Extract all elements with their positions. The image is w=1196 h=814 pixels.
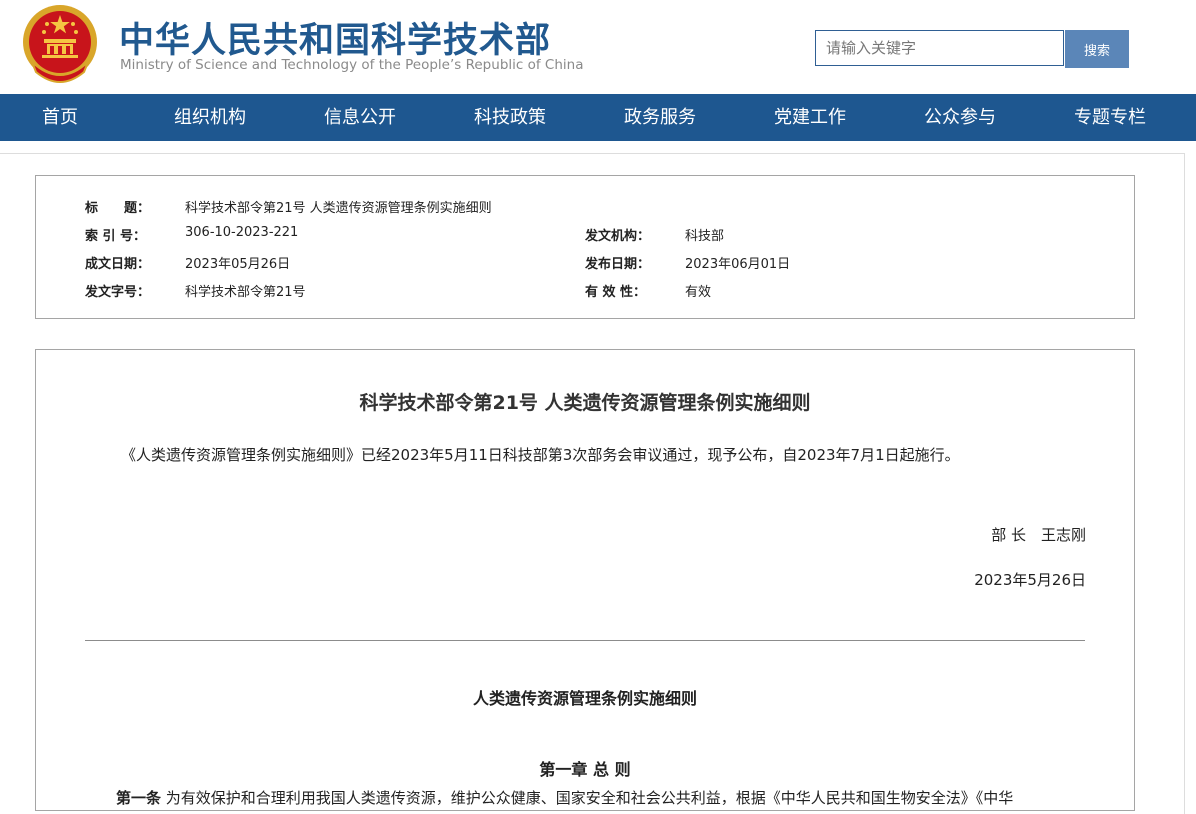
divider bbox=[85, 640, 1085, 641]
article-intro: 《人类遗传资源管理条例实施细则》已经2023年5月11日科技部第3次部务会审议通… bbox=[121, 446, 960, 464]
document-meta-box: 标 题： 科学技术部令第21号 人类遗传资源管理条例实施细则 索 引 号： 30… bbox=[35, 175, 1135, 319]
meta-written-value: 2023年05月26日 bbox=[185, 257, 291, 272]
nav-item-policy[interactable]: 科技政策 bbox=[450, 94, 570, 141]
meta-title-value: 科学技术部令第21号 人类遗传资源管理条例实施细则 bbox=[185, 201, 492, 216]
article-title: 科学技术部令第21号 人类遗传资源管理条例实施细则 bbox=[359, 392, 811, 414]
nav-item-home[interactable]: 首页 bbox=[0, 94, 120, 141]
nav-item-public[interactable]: 公众参与 bbox=[900, 94, 1020, 141]
meta-validity-value: 有效 bbox=[685, 285, 712, 300]
nav-item-information[interactable]: 信息公开 bbox=[300, 94, 420, 141]
meta-docno-value: 科学技术部令第21号 bbox=[185, 285, 306, 300]
nav-item-organization[interactable]: 组织机构 bbox=[150, 94, 270, 141]
nav-item-party[interactable]: 党建工作 bbox=[750, 94, 870, 141]
clause-label: 第一条 bbox=[116, 789, 162, 807]
meta-title-label: 标 题： bbox=[85, 201, 151, 216]
nav-item-topics[interactable]: 专题专栏 bbox=[1050, 94, 1170, 141]
meta-issuer-value: 科技部 bbox=[685, 229, 725, 244]
meta-index-label: 索 引 号： bbox=[85, 229, 147, 244]
chapter-heading: 第一章 总 则 bbox=[539, 760, 631, 779]
meta-published-label: 发布日期： bbox=[585, 257, 651, 272]
site-subtitle: Ministry of Science and Technology of th… bbox=[120, 57, 584, 73]
nav-item-services[interactable]: 政务服务 bbox=[600, 94, 720, 141]
national-emblem-icon[interactable] bbox=[20, 2, 100, 84]
meta-index-value: 306-10-2023-221 bbox=[185, 225, 299, 240]
article-body: 科学技术部令第21号 人类遗传资源管理条例实施细则 《人类遗传资源管理条例实施细… bbox=[35, 349, 1135, 811]
meta-published-value: 2023年06月01日 bbox=[685, 257, 791, 272]
article-date: 2023年5月26日 bbox=[974, 571, 1086, 589]
article-clause-1: 第一条 为有效保护和合理利用我国人类遗传资源，维护公众健康、国家安全和社会公共利… bbox=[116, 787, 1013, 808]
meta-validity-label: 有 效 性： bbox=[585, 285, 647, 300]
meta-issuer-label: 发文机构： bbox=[585, 229, 651, 244]
article-subtitle: 人类遗传资源管理条例实施细则 bbox=[472, 689, 697, 708]
meta-written-label: 成文日期： bbox=[85, 257, 151, 272]
search-button[interactable]: 搜索 bbox=[1065, 30, 1129, 68]
site-title[interactable]: 中华人民共和国科学技术部 bbox=[119, 12, 551, 63]
search-input[interactable] bbox=[815, 30, 1064, 66]
meta-docno-label: 发文字号： bbox=[85, 285, 151, 300]
article-signer: 部 长 王志刚 bbox=[991, 526, 1086, 544]
site-header: 中华人民共和国科学技术部 Ministry of Science and Tec… bbox=[0, 0, 1196, 94]
clause-text: 为有效保护和合理利用我国人类遗传资源，维护公众健康、国家安全和社会公共利益，根据… bbox=[165, 789, 1014, 807]
main-nav: 首页 组织机构 信息公开 科技政策 政务服务 党建工作 公众参与 专题专栏 bbox=[0, 94, 1196, 141]
